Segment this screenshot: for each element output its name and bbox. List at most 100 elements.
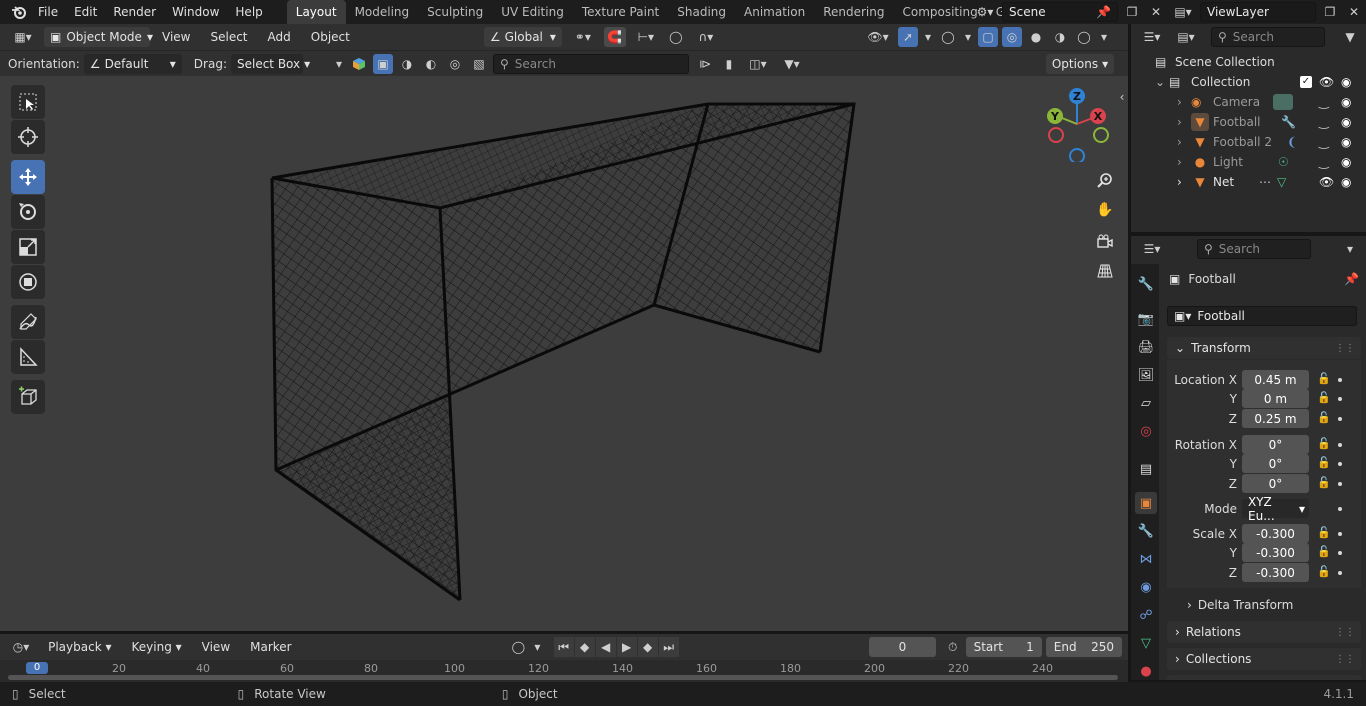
output-tab-icon[interactable]: 🖨 — [1135, 336, 1157, 358]
shading-solid-icon[interactable]: ● — [1026, 27, 1046, 47]
next-panel-header[interactable] — [1167, 675, 1361, 680]
menu-file[interactable]: File — [30, 0, 66, 24]
stopwatch-icon[interactable]: ⏱ — [944, 637, 962, 657]
hidden-eye-icon[interactable]: ‿ — [1319, 95, 1329, 109]
gizmo-neg-z[interactable] — [1069, 148, 1085, 162]
keyframe-dot-icon[interactable] — [1338, 482, 1342, 486]
physics-tab-icon[interactable]: ◉ — [1135, 576, 1157, 598]
outliner-editor-type-icon[interactable]: ☰▾ — [1137, 27, 1167, 47]
menu-edit[interactable]: Edit — [66, 0, 105, 24]
outliner-collection[interactable]: ⌄ ▤ Collection ✓ 👁 ◉ — [1131, 72, 1366, 92]
scene-selector-icon[interactable]: ⚙▾ — [972, 2, 998, 22]
falloff-icon[interactable]: ∩▾ — [690, 27, 722, 47]
properties-editor-type-icon[interactable]: ☰▾ — [1137, 239, 1167, 259]
playhead[interactable]: 0 — [26, 662, 48, 674]
camera-render-icon[interactable]: ◉ — [1341, 115, 1351, 129]
shading-rendered-icon[interactable]: ◯ — [1074, 27, 1094, 47]
collapse-sidebar-icon[interactable]: ‹ — [1116, 87, 1128, 107]
toggle-icon[interactable]: ⧐ — [695, 54, 715, 74]
current-frame-field[interactable]: 0 — [868, 637, 936, 657]
proportional-edit-icon[interactable]: ◯ — [666, 27, 686, 47]
lock-icon[interactable]: 🔓 — [1317, 545, 1331, 559]
pivot-point-icon[interactable]: ⚭▾ — [566, 27, 600, 47]
gizmo-neg-y[interactable] — [1093, 127, 1109, 143]
chevron-right-icon[interactable]: › — [1177, 175, 1191, 189]
select-mode-intersect-icon[interactable]: ▧ — [469, 54, 489, 74]
eye-icon[interactable]: 👁 — [1319, 175, 1334, 189]
keyframe-dot-icon[interactable] — [1338, 378, 1342, 382]
collections-panel-header[interactable]: › Collections ⋮⋮ — [1167, 648, 1361, 670]
view-toggle-icon[interactable]: ◫▾ — [743, 54, 773, 74]
outliner-item-net[interactable]: › ▼ Net ⋯ ▽ 👁 ◉ — [1131, 172, 1366, 192]
navigation-gizmo[interactable]: Z X Y — [1040, 86, 1110, 162]
data-tab-icon[interactable]: ▽ — [1135, 632, 1157, 654]
tab-rendering[interactable]: Rendering — [814, 0, 893, 24]
keyframe-dot-icon[interactable] — [1338, 532, 1342, 536]
tab-layout[interactable]: Layout — [286, 0, 346, 24]
scale-y-field[interactable]: -0.300 — [1242, 543, 1309, 562]
outliner-scene-collection[interactable]: ▤ Scene Collection — [1131, 52, 1366, 72]
hidden-eye-icon[interactable]: ‿ — [1319, 155, 1329, 169]
lock-icon[interactable]: 🔓 — [1317, 437, 1331, 451]
gizmo-dropdown-icon[interactable]: ▾ — [922, 27, 934, 47]
properties-search-input[interactable]: ⚲ Search — [1197, 239, 1311, 259]
select-mode-extend-icon[interactable]: ◑ — [397, 54, 417, 74]
timeline-menu-marker[interactable]: Marker — [242, 635, 299, 659]
drag-handle-icon[interactable]: ⋮⋮ — [1335, 654, 1355, 665]
object-name-field[interactable]: ▣▾ Football — [1167, 306, 1357, 326]
drag-handle-icon[interactable]: ⋮⋮ — [1335, 343, 1355, 354]
xray-toggle-icon[interactable]: ▢ — [978, 27, 998, 47]
render-tab-icon[interactable]: 📷 — [1135, 308, 1157, 330]
location-y-field[interactable]: 0 m — [1242, 389, 1309, 408]
timeline-ruler[interactable]: 0 20 40 60 80 100 120 140 160 180 200 22… — [0, 662, 1128, 682]
keying-dropdown-icon[interactable]: ▾ — [531, 637, 543, 657]
chevron-right-icon[interactable]: › — [1177, 135, 1191, 149]
camera-render-icon[interactable]: ◉ — [1341, 175, 1351, 189]
viewport-menu-select[interactable]: Select — [202, 25, 255, 49]
viewport-menu-object[interactable]: Object — [303, 25, 358, 49]
chevron-down-icon[interactable]: ⌄ — [1155, 75, 1169, 89]
viewport-menu-view[interactable]: View — [154, 25, 198, 49]
outliner-item-light[interactable]: › ● Light ☉ ‿ ◉ — [1131, 152, 1366, 172]
lock-icon[interactable]: 🔓 — [1317, 526, 1331, 540]
gizmo-toggle-icon[interactable]: ➚ — [898, 27, 918, 47]
scene-tab-icon[interactable]: ▱ — [1135, 392, 1157, 414]
timeline-editor-type-icon[interactable]: ◷▾ — [6, 637, 36, 657]
camera-render-icon[interactable]: ◉ — [1341, 95, 1351, 109]
play-reverse-icon[interactable]: ◀ — [595, 637, 616, 657]
timeline-scrollbar[interactable] — [8, 675, 1118, 680]
rotation-z-field[interactable]: 0° — [1242, 474, 1309, 493]
options-button[interactable]: Options ▾ — [1046, 53, 1114, 74]
viewport-menu-add[interactable]: Add — [260, 25, 299, 49]
modifier-tab-icon[interactable]: 🔧 — [1135, 520, 1157, 542]
hidden-eye-icon[interactable]: ‿ — [1319, 135, 1329, 149]
transform-panel-header[interactable]: ⌄ Transform ⋮⋮ — [1167, 337, 1361, 359]
location-x-field[interactable]: 0.45 m — [1242, 370, 1309, 389]
menu-render[interactable]: Render — [105, 0, 164, 24]
zoom-icon[interactable] — [1092, 167, 1118, 193]
checkbox-icon[interactable]: ✓ — [1300, 76, 1312, 88]
menu-window[interactable]: Window — [164, 0, 227, 24]
scale-x-field[interactable]: -0.300 — [1242, 524, 1309, 543]
constraints-tab-icon[interactable]: ☍ — [1135, 604, 1157, 626]
camera-render-icon[interactable]: ◉ — [1341, 75, 1351, 89]
tool-tab-icon[interactable]: 🔧 — [1135, 273, 1157, 295]
hidden-eye-icon[interactable]: ‿ — [1319, 115, 1329, 129]
prev-keyframe-icon[interactable]: ◆ — [574, 637, 595, 657]
particles-tab-icon[interactable]: ⋈ — [1135, 548, 1157, 570]
play-icon[interactable]: ▶ — [616, 637, 637, 657]
lock-icon[interactable]: 🔓 — [1317, 391, 1331, 405]
menu-help[interactable]: Help — [227, 0, 270, 24]
overlay-toggle-icon[interactable]: ◯ — [938, 27, 958, 47]
outliner-item-football-2[interactable]: › ▼ Football 2 ❨ ‿ ◉ — [1131, 132, 1366, 152]
rotation-y-field[interactable]: 0° — [1242, 454, 1309, 473]
mode-selector[interactable]: ▣ Object Mode ▾ — [44, 27, 153, 47]
scene-name-field[interactable]: Scene 📌 — [1002, 2, 1118, 22]
tab-sculpting[interactable]: Sculpting — [418, 0, 492, 24]
timeline-menu-view[interactable]: View — [194, 635, 238, 659]
drag-handle-icon[interactable]: ⋮⋮ — [1335, 627, 1355, 638]
keyframe-dot-icon[interactable] — [1338, 551, 1342, 555]
shading-dropdown-icon[interactable]: ▾ — [1098, 27, 1110, 47]
chevron-down-icon[interactable]: ▾ — [333, 54, 345, 74]
perspective-toggle-icon[interactable] — [1092, 258, 1118, 284]
